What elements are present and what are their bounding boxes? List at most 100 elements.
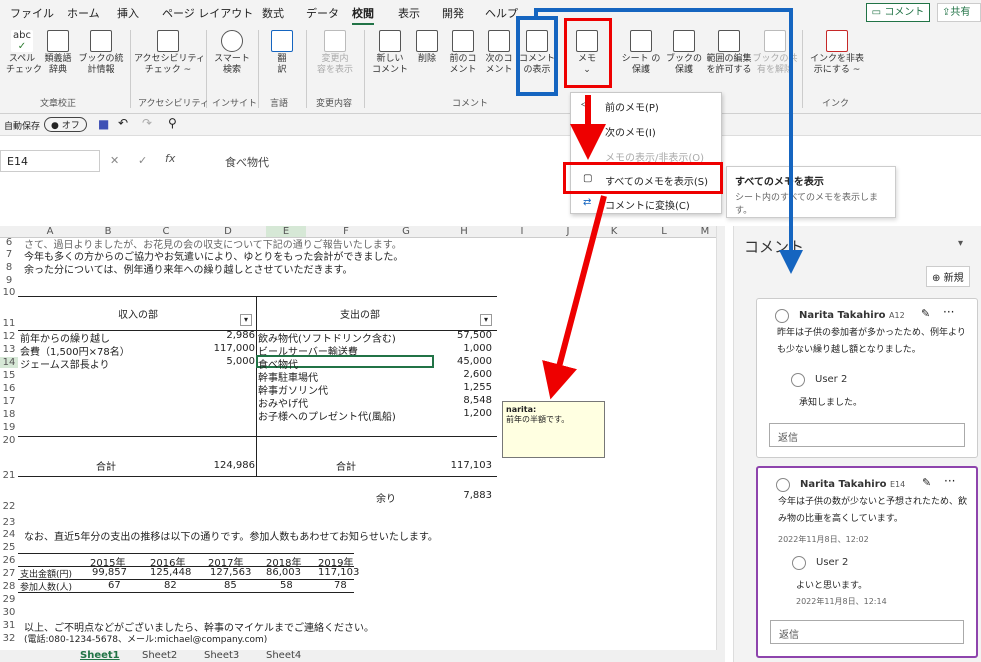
sheet-tab[interactable]: Sheet1 [80, 650, 120, 661]
unshare-workbook-button[interactable]: ブックの共 有を解除 [752, 30, 798, 76]
spell-check-button[interactable]: abc ✓ スペル チェック [6, 30, 42, 76]
row-header[interactable]: 30 [0, 607, 18, 618]
expense-amount[interactable]: 99,857 [92, 567, 127, 578]
expense-value[interactable]: 57,500 [436, 330, 492, 341]
menu-item-next-memo[interactable]: 次のメモ(I) [605, 124, 656, 139]
spreadsheet-grid[interactable]: A B C D E F G H I J K L M 6 7 8 9 10 11 … [0, 226, 725, 656]
sheet-tab[interactable]: Sheet2 [142, 650, 177, 661]
sheet-tab[interactable]: Sheet4 [266, 650, 301, 661]
row-header[interactable]: 17 [0, 396, 18, 407]
row-header[interactable]: 26 [0, 555, 18, 566]
cell-text[interactable]: なお、直近5年分の支出の推移は以下の通りです。参加人数もあわせてお知らせいたしま… [24, 528, 438, 543]
expense-total-label[interactable]: 合計 [336, 458, 356, 473]
row-header[interactable]: 29 [0, 594, 18, 605]
column-header[interactable]: I [502, 226, 542, 237]
participants-count[interactable]: 85 [224, 580, 237, 591]
row-header[interactable]: 8 [0, 262, 18, 273]
menu-review[interactable]: 校閲 [352, 5, 374, 25]
participants-count[interactable]: 78 [334, 580, 347, 591]
row-header[interactable]: 18 [0, 409, 18, 420]
row-header[interactable]: 15 [0, 370, 18, 381]
comment-thread[interactable]: Narita Takahiro E14 ✎ ··· 今年は子供の数が少ないと予想… [756, 466, 978, 658]
expense-value[interactable]: 45,000 [436, 356, 492, 367]
cell-reference[interactable]: A12 [889, 311, 905, 320]
comments-button[interactable]: ▭ コメント [866, 3, 930, 22]
show-comments-button[interactable]: コメント の表示 [519, 30, 555, 76]
menu-help[interactable]: ヘルプ [485, 5, 518, 21]
function-icon[interactable]: fx [165, 152, 175, 165]
income-total-label[interactable]: 合計 [96, 458, 116, 473]
menu-home[interactable]: ホーム [67, 5, 100, 21]
cell-text[interactable]: 余った分については、例年通り来年への繰り越しとさせていただきます。 [24, 261, 353, 276]
row-header[interactable]: 6 [0, 237, 18, 248]
row-header[interactable]: 19 [0, 422, 18, 433]
expense-total[interactable]: 117,103 [436, 460, 492, 471]
column-header[interactable]: H [444, 226, 484, 237]
next-comment-button[interactable]: 次のコ メント [482, 30, 516, 76]
column-header[interactable]: K [594, 226, 634, 237]
expense-amount[interactable]: 127,563 [210, 567, 251, 578]
filter-dropdown-icon[interactable]: ▾ [240, 314, 252, 326]
expense-amount[interactable]: 125,448 [150, 567, 191, 578]
row-header[interactable]: 20 [0, 435, 18, 446]
menu-developer[interactable]: 開発 [442, 5, 464, 21]
chevron-down-icon[interactable]: ▾ [958, 238, 963, 249]
row-header[interactable]: 27 [0, 568, 18, 579]
expense-value[interactable]: 1,000 [436, 343, 492, 354]
menu-insert[interactable]: 挿入 [117, 5, 139, 21]
participants-row-label[interactable]: 参加人数(人) [20, 580, 72, 593]
expense-label[interactable]: お子様へのプレゼント代(風船) [258, 408, 396, 423]
vertical-scrollbar[interactable] [716, 226, 725, 656]
menu-page-layout[interactable]: ページ レイアウト [162, 5, 253, 21]
row-header[interactable]: 10 [0, 287, 18, 298]
new-comment-pane-button[interactable]: ⊕ 新規 [926, 266, 970, 287]
more-options-icon[interactable]: ··· [944, 474, 955, 488]
row-header[interactable]: 7 [0, 249, 18, 260]
menu-formulas[interactable]: 数式 [262, 5, 284, 21]
edit-icon[interactable]: ✎ [921, 307, 930, 320]
synonyms-button[interactable]: 類義語 辞典 [40, 30, 76, 76]
hide-ink-button[interactable]: インクを非表 示にする ~ [806, 30, 868, 76]
expense-value[interactable]: 1,200 [436, 408, 492, 419]
comment-thread[interactable]: Narita Takahiro A12 ✎ ··· 昨年は子供の参加者が多かった… [756, 298, 978, 458]
menu-view[interactable]: 表示 [398, 5, 420, 21]
row-header[interactable]: 25 [0, 542, 18, 553]
protect-sheet-button[interactable]: シート の 保護 [618, 30, 664, 76]
row-header[interactable]: 24 [0, 529, 18, 540]
row-header[interactable]: 12 [0, 331, 18, 342]
menu-item-show-all-memos[interactable]: すべてのメモを表示(S) [605, 173, 708, 188]
show-changes-button[interactable]: 変更内 容を表示 [310, 30, 360, 76]
income-label[interactable]: ジェームス部長より [20, 356, 110, 371]
name-box[interactable]: E14 [0, 150, 100, 172]
accessibility-qat-icon[interactable]: ⚲ [168, 116, 177, 130]
edit-icon[interactable]: ✎ [922, 476, 931, 489]
menu-item-toggle-memo[interactable]: メモの表示/非表示(O) [605, 149, 704, 164]
menu-item-previous-memo[interactable]: 前のメモ(P) [605, 99, 659, 114]
smart-lookup-button[interactable]: スマート 検索 [210, 30, 254, 76]
more-options-icon[interactable]: ··· [943, 305, 954, 319]
translate-button[interactable]: 翻 訳 [262, 30, 302, 76]
cell-reference[interactable]: E14 [890, 480, 905, 489]
row-header[interactable]: 32 [0, 633, 18, 644]
income-total[interactable]: 124,986 [200, 460, 255, 471]
reply-input[interactable]: 返信 [770, 620, 964, 644]
row-header[interactable]: 23 [0, 517, 18, 528]
column-header[interactable]: J [548, 226, 588, 237]
delete-comment-button[interactable]: 削除 [412, 30, 442, 65]
cell-text[interactable]: (電話:080-1234-5678、メール:michael@company.co… [24, 632, 267, 645]
undo-icon[interactable]: ↶ [118, 116, 128, 130]
cancel-icon[interactable]: ✕ [110, 154, 119, 167]
expense-value[interactable]: 2,600 [436, 369, 492, 380]
row-header[interactable]: 21 [0, 470, 18, 481]
filter-dropdown-icon[interactable]: ▾ [480, 314, 492, 326]
memo-note[interactable]: narita: 前年の半額です。 [502, 401, 605, 458]
new-comment-button[interactable]: 新しい コメント [370, 30, 410, 76]
participants-count[interactable]: 67 [108, 580, 121, 591]
remain-label[interactable]: 余り [376, 490, 396, 505]
previous-comment-button[interactable]: 前のコ メント [446, 30, 480, 76]
income-value[interactable]: 2,986 [200, 330, 255, 341]
expense-amount[interactable]: 117,103 [318, 567, 359, 578]
sheet-tab[interactable]: Sheet3 [204, 650, 239, 661]
income-header[interactable]: 収入の部 [118, 306, 158, 321]
save-icon[interactable]: ■ [98, 117, 109, 131]
